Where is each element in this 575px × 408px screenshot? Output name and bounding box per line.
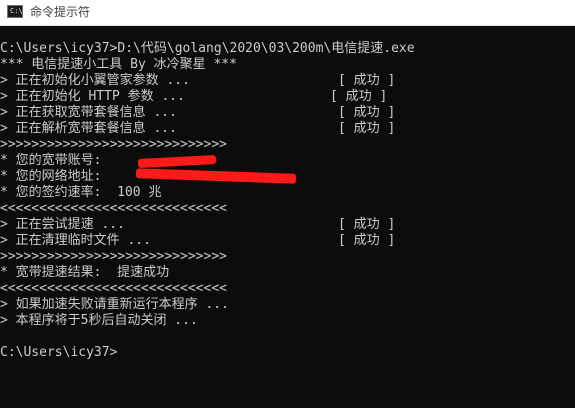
result-line: * 宽带提速结果: 提速成功: [0, 265, 170, 280]
console-output[interactable]: C:\Users\icy37>D:\代码\golang\2020\03\200m…: [0, 26, 575, 408]
init-step-text: > 正在初始化小翼管家参数 ...: [0, 73, 190, 88]
accel-step-status: [ 成功 ]: [338, 217, 396, 232]
account-label: * 您的宽带账号:: [0, 153, 102, 168]
redaction-mark-ip: [135, 168, 297, 184]
init-step-status: [ 成功 ]: [338, 121, 396, 136]
init-step-text: > 正在解析宽带套餐信息 ...: [0, 121, 177, 136]
cmd-prompt-icon-glyph: C:\: [10, 7, 23, 15]
separator-right: >>>>>>>>>>>>>>>>>>>>>>>>>>>>>: [0, 249, 227, 264]
window-title: 命令提示符: [30, 5, 91, 19]
speed-line: * 您的签约速率: 100 兆: [0, 185, 162, 200]
banner-line: *** 电信提速小工具 By 冰冷聚星 ***: [0, 57, 237, 72]
hint-close: > 本程序将于5秒后自动关闭 ...: [0, 313, 198, 328]
init-step-text: > 正在获取宽带套餐信息 ...: [0, 105, 177, 120]
command-prompt-window: C:\ 命令提示符 C:\Users\icy37>D:\代码\golang\20…: [0, 0, 575, 408]
init-step-status: [ 成功 ]: [338, 105, 396, 120]
init-step-status: [ 成功 ]: [330, 89, 388, 104]
command-prompt[interactable]: C:\Users\icy37>: [0, 345, 117, 361]
cmd-prompt-icon: C:\: [7, 5, 23, 18]
title-bar[interactable]: C:\ 命令提示符: [0, 0, 575, 26]
command-line: C:\Users\icy37>D:\代码\golang\2020\03\200m…: [0, 41, 415, 56]
ip-label: * 您的网络地址:: [0, 169, 102, 184]
init-step-status: [ 成功 ]: [338, 73, 396, 88]
hint-retry: > 如果加速失败请重新运行本程序 ...: [0, 297, 229, 312]
accel-step-text: > 正在尝试提速 ...: [0, 217, 125, 232]
init-step-text: > 正在初始化 HTTP 参数 ...: [0, 89, 185, 104]
accel-step-text: > 正在清理临时文件 ...: [0, 233, 151, 248]
separator-right: >>>>>>>>>>>>>>>>>>>>>>>>>>>>>: [0, 137, 227, 152]
separator-left: <<<<<<<<<<<<<<<<<<<<<<<<<<<<<: [0, 281, 227, 296]
separator-left: <<<<<<<<<<<<<<<<<<<<<<<<<<<<<: [0, 201, 227, 216]
redaction-mark-account: [137, 154, 217, 169]
accel-step-status: [ 成功 ]: [338, 233, 396, 248]
